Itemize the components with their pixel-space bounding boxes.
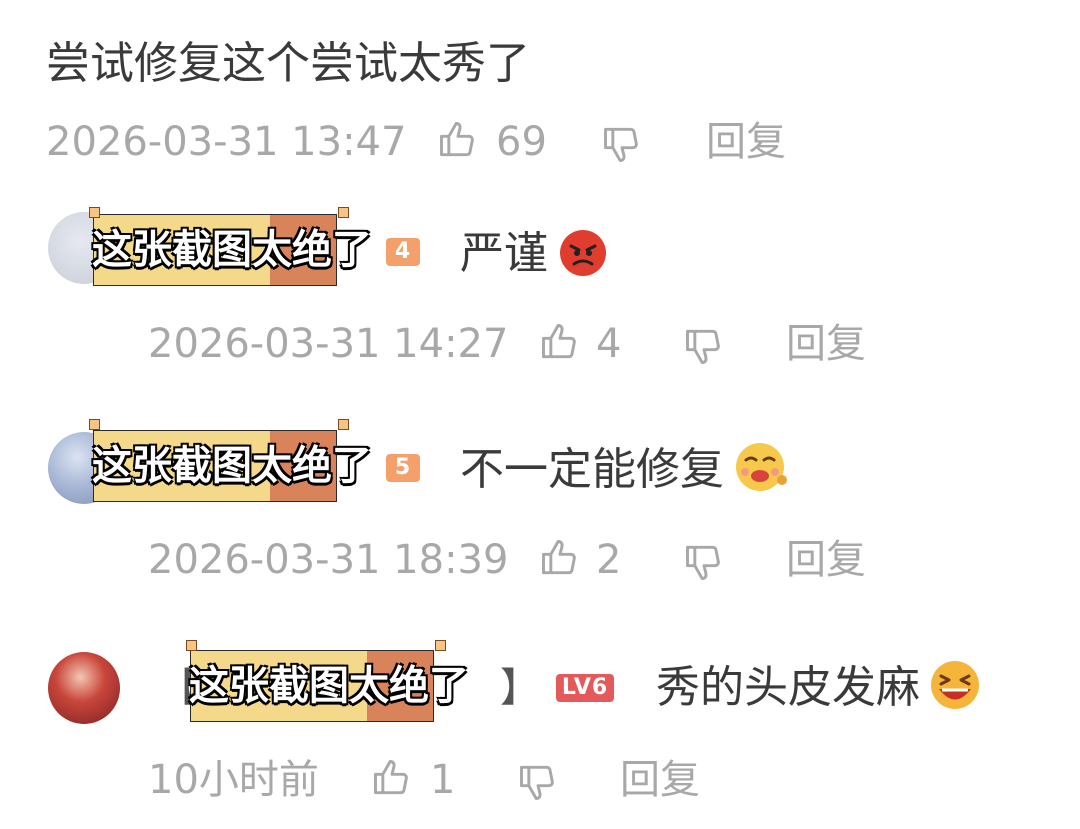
thumbs-up-icon[interactable]: [436, 118, 480, 162]
selection-handle[interactable]: [89, 207, 100, 218]
reply-text: 严谨: [460, 228, 548, 279]
caption-overlay: 这张截图太绝了: [189, 650, 469, 722]
selection-handle[interactable]: [435, 640, 446, 651]
like-count: 69: [496, 119, 547, 165]
caption-overlay: 这张截图太绝了: [92, 214, 372, 286]
reply-text: 秀的头皮发麻: [656, 662, 920, 713]
reply-text: 不一定能修复: [460, 444, 724, 495]
reply-button[interactable]: 回复: [620, 760, 700, 800]
avatar[interactable]: [48, 652, 120, 724]
selection-handle[interactable]: [338, 419, 349, 430]
thumbs-down-icon[interactable]: [682, 540, 726, 584]
thumbs-up-icon[interactable]: [370, 756, 414, 800]
like-count: 2: [596, 537, 622, 583]
comment-text: 尝试修复这个尝试太秀了: [46, 38, 530, 89]
like-count: 1: [430, 757, 456, 803]
selection-handle[interactable]: [186, 640, 197, 651]
thumbs-up-icon[interactable]: [538, 536, 582, 580]
selection-handle[interactable]: [338, 207, 349, 218]
reply-timestamp: 10小时前: [148, 757, 319, 803]
reply-button[interactable]: 回复: [706, 122, 786, 162]
angry-face-emoji: [558, 228, 608, 278]
thumbs-down-icon[interactable]: [516, 760, 560, 804]
reply-button[interactable]: 回复: [786, 324, 866, 364]
thumbs-up-icon[interactable]: [538, 320, 582, 364]
reply-timestamp: 2026-03-31 14:27: [148, 321, 509, 367]
caption-overlay: 这张截图太绝了: [92, 430, 372, 502]
level-badge: 4: [386, 238, 420, 266]
thumbs-down-icon[interactable]: [682, 324, 726, 368]
selection-handle[interactable]: [89, 419, 100, 430]
level-badge: LV6: [556, 674, 614, 702]
bracket-close: 】: [500, 665, 540, 711]
thumbs-down-icon[interactable]: [600, 122, 644, 166]
comment-timestamp: 2026-03-31 13:47: [46, 119, 407, 165]
level-badge: 5: [386, 454, 420, 482]
like-count: 4: [596, 321, 622, 367]
reply-button[interactable]: 回复: [786, 540, 866, 580]
drooling-face-emoji: [732, 440, 790, 494]
laughing-face-emoji: [926, 658, 984, 712]
reply-timestamp: 2026-03-31 18:39: [148, 537, 509, 583]
